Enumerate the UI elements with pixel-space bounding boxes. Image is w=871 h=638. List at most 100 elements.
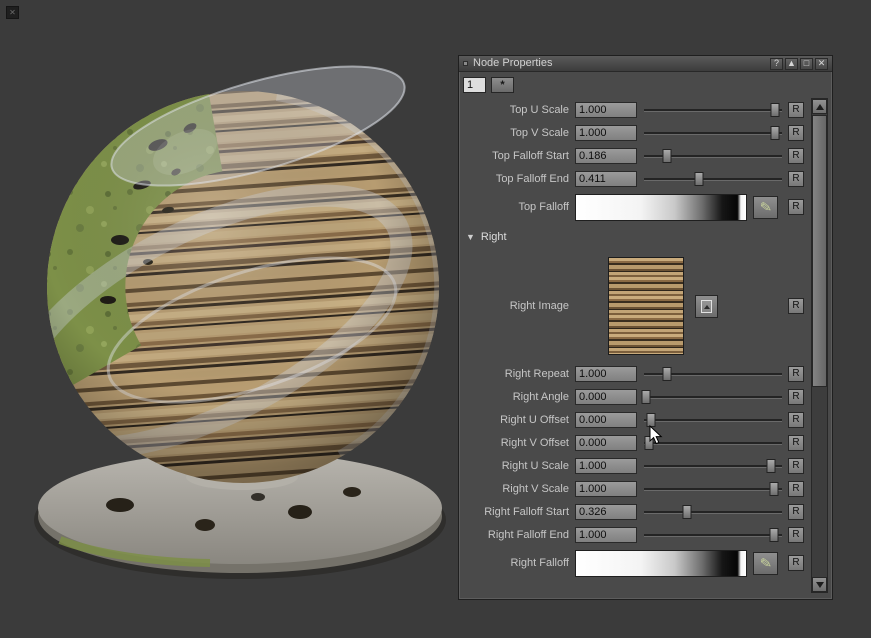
value-field[interactable] (575, 481, 637, 497)
param-label: Right U Offset (463, 414, 575, 426)
reset-button[interactable]: R (788, 125, 804, 141)
panel-titlebar[interactable]: Node Properties ? ▲ □ ✕ (459, 56, 832, 72)
slider-handle[interactable] (682, 505, 691, 519)
close-icon[interactable]: ✕ (815, 58, 828, 70)
file-page-icon (701, 300, 712, 313)
value-field[interactable] (575, 171, 637, 187)
panel-scrollbar[interactable] (811, 98, 828, 593)
properties-rows: Top U ScaleR Top V Scale R Top Falloff Star… (463, 98, 804, 580)
preview-count-field[interactable] (463, 77, 486, 93)
row-right-v-offset: Right V OffsetR (463, 431, 804, 454)
row-right-falloff-end: Right Falloff End R (463, 523, 804, 546)
material-preview (0, 0, 460, 638)
param-slider[interactable] (644, 527, 782, 543)
image-thumbnail[interactable] (608, 257, 684, 355)
param-slider[interactable] (644, 412, 782, 428)
node-properties-panel: Node Properties ? ▲ □ ✕ * Top U ScaleRTo… (458, 55, 833, 600)
param-label: Top V Scale (463, 127, 575, 139)
param-slider[interactable] (644, 171, 782, 187)
slider-track (644, 419, 782, 421)
scroll-down-button[interactable] (812, 577, 827, 592)
slider-track (644, 488, 782, 490)
slider-track (644, 465, 782, 467)
row-top-u-scale: Top U ScaleR (463, 98, 804, 121)
slider-track (644, 511, 782, 513)
reset-button[interactable]: R (788, 199, 804, 215)
reset-button[interactable]: R (788, 148, 804, 164)
param-slider[interactable] (644, 148, 782, 164)
slider-track (644, 534, 782, 536)
slider-handle[interactable] (766, 459, 775, 473)
reset-button[interactable]: R (788, 555, 804, 571)
window-grip-icon (463, 61, 468, 66)
row-top-v-scale: Top V Scale R (463, 121, 804, 144)
slider-track (644, 396, 782, 398)
value-field[interactable] (575, 366, 637, 382)
row-right-v-scale: Right V ScaleR (463, 477, 804, 500)
reset-button[interactable]: R (788, 366, 804, 382)
scrollbar-thumb[interactable] (812, 115, 827, 387)
slider-track (644, 178, 782, 180)
falloff-gradient-bar[interactable] (575, 550, 747, 577)
reset-button[interactable]: R (788, 458, 804, 474)
value-field[interactable] (575, 102, 637, 118)
load-image-button[interactable] (695, 295, 718, 318)
falloff-gradient-bar[interactable] (575, 194, 747, 221)
reset-button[interactable]: R (788, 527, 804, 543)
param-label: Top Falloff End (463, 173, 575, 185)
slider-handle[interactable] (646, 413, 655, 427)
slider-track (644, 442, 782, 444)
slider-handle[interactable] (769, 482, 778, 496)
param-label: Top Falloff (463, 201, 575, 213)
slider-handle[interactable] (771, 126, 780, 140)
row-right-u-scale: Right U ScaleR (463, 454, 804, 477)
reset-button[interactable]: R (788, 412, 804, 428)
value-field[interactable] (575, 527, 637, 543)
value-field[interactable] (575, 389, 637, 405)
param-slider[interactable] (644, 366, 782, 382)
reset-button[interactable]: R (788, 435, 804, 451)
gradient-edit-button[interactable]: ✎ (753, 552, 778, 575)
value-field[interactable] (575, 148, 637, 164)
slider-handle[interactable] (642, 390, 651, 404)
value-field[interactable] (575, 458, 637, 474)
rollup-icon[interactable]: ▲ (785, 58, 798, 70)
titlebar-icons: ? ▲ □ ✕ (770, 58, 828, 70)
param-slider[interactable] (644, 102, 782, 118)
value-field[interactable] (575, 125, 637, 141)
param-label: Top Falloff Start (463, 150, 575, 162)
value-field[interactable] (575, 504, 637, 520)
slider-handle[interactable] (769, 528, 778, 542)
slider-handle[interactable] (771, 103, 780, 117)
minimize-icon[interactable]: □ (800, 58, 813, 70)
gradient-edit-button[interactable]: ✎ (753, 196, 778, 219)
scroll-up-icon (816, 104, 824, 110)
reset-button[interactable]: R (788, 102, 804, 118)
scroll-down-icon (816, 582, 824, 588)
param-slider[interactable] (644, 458, 782, 474)
scroll-up-button[interactable] (812, 99, 827, 114)
param-label: Right Falloff End (463, 529, 575, 541)
collapse-triangle-icon[interactable]: ▼ (466, 232, 475, 242)
param-label: Right Repeat (463, 368, 575, 380)
reset-button[interactable]: R (788, 171, 804, 187)
reset-button[interactable]: R (788, 389, 804, 405)
value-field[interactable] (575, 435, 637, 451)
param-slider[interactable] (644, 481, 782, 497)
slider-handle[interactable] (644, 436, 653, 450)
help-icon[interactable]: ? (770, 58, 783, 70)
value-field[interactable] (575, 412, 637, 428)
refresh-preview-button[interactable]: * (491, 77, 514, 93)
param-slider[interactable] (644, 504, 782, 520)
slider-handle[interactable] (663, 149, 672, 163)
reset-button[interactable]: R (788, 298, 804, 314)
slider-handle[interactable] (695, 172, 704, 186)
slider-handle[interactable] (663, 367, 672, 381)
row-right-image: Right ImageR (463, 250, 804, 362)
param-slider[interactable] (644, 389, 782, 405)
reset-button[interactable]: R (788, 504, 804, 520)
gradient-edit-icon: ✎ (759, 199, 773, 214)
reset-button[interactable]: R (788, 481, 804, 497)
param-slider[interactable] (644, 125, 782, 141)
param-slider[interactable] (644, 435, 782, 451)
